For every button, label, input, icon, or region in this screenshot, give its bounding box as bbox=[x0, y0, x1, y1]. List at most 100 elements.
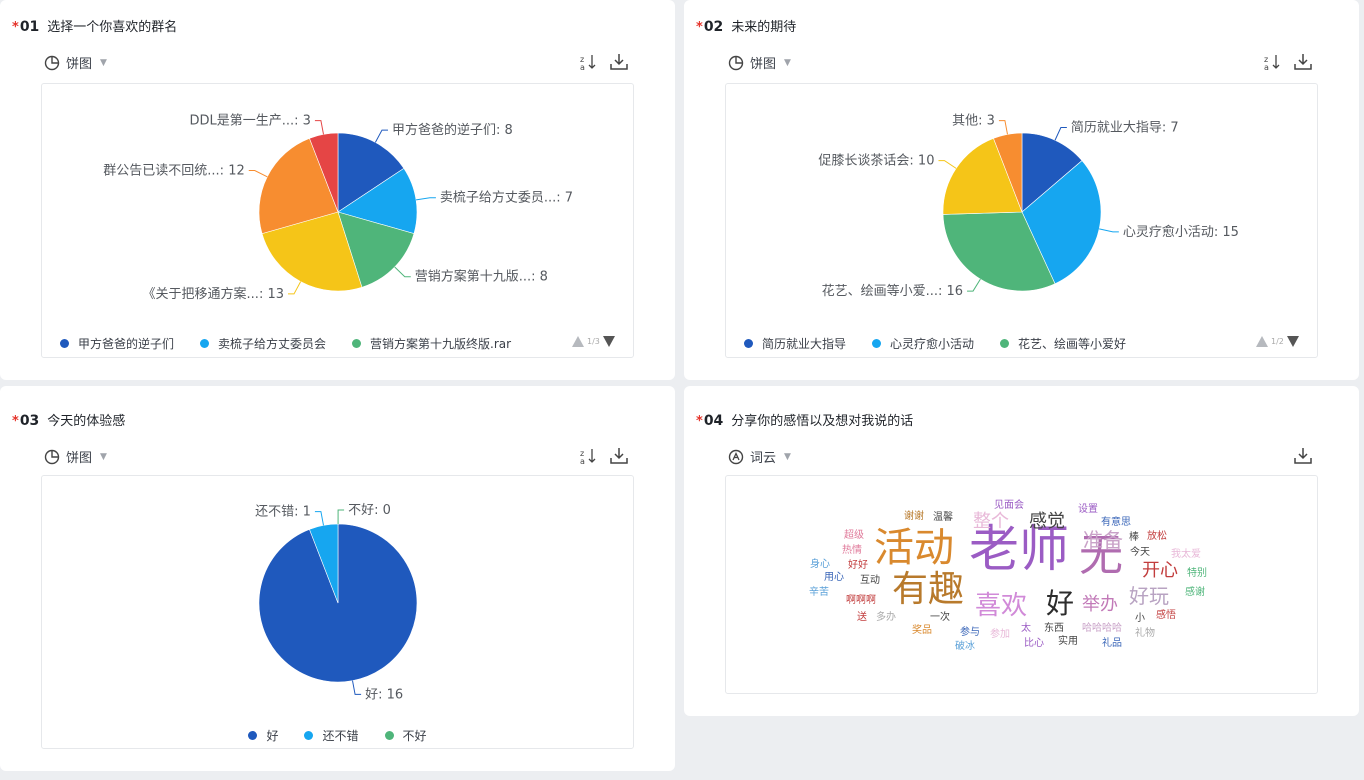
pie-chart: 简历就业大指导: 7 心灵疗愈小活动: 15 花艺、绘画等小爱...: 16 促膝长谈… bbox=[818, 114, 1239, 299]
wordcloud-word[interactable]: 啊啊啊 bbox=[846, 596, 876, 606]
chart-type-selector[interactable]: 词云 ▼ bbox=[728, 447, 791, 466]
wordcloud-word[interactable]: 感觉 bbox=[1029, 513, 1065, 531]
page-indicator: 1/2 bbox=[1271, 337, 1284, 346]
wordcloud-word[interactable]: 开心 bbox=[1142, 562, 1178, 580]
chart-type-selector[interactable]: 饼图 ▼ bbox=[44, 447, 107, 466]
wordcloud-word[interactable]: 举办 bbox=[1082, 596, 1118, 614]
legend-pager: 1/3 bbox=[572, 336, 615, 347]
legend-label: 甲方爸爸的逆子们 bbox=[78, 337, 175, 351]
chevron-down-icon: ▼ bbox=[100, 451, 107, 462]
wordcloud-word[interactable]: 活动 bbox=[874, 528, 954, 568]
wordcloud-word[interactable]: 准备 bbox=[1083, 530, 1123, 550]
wordcloud-word[interactable]: 好 bbox=[1046, 590, 1074, 618]
wordcloud-word[interactable]: 棒 bbox=[1129, 533, 1139, 543]
pie-chart-icon bbox=[728, 55, 744, 70]
wordcloud-word[interactable]: 哈哈哈哈 bbox=[1082, 624, 1122, 634]
wordcloud-word[interactable]: 感谢 bbox=[1185, 588, 1205, 598]
svg-text:a: a bbox=[580, 63, 585, 71]
wordcloud-word[interactable]: 我太爱 bbox=[1171, 550, 1201, 560]
wordcloud-word[interactable]: 好好 bbox=[848, 561, 868, 571]
wordcloud-word[interactable]: 东西 bbox=[1044, 624, 1064, 634]
wordcloud-word[interactable]: 比心 bbox=[1024, 639, 1044, 649]
wordcloud-word[interactable]: 礼品 bbox=[1102, 639, 1122, 649]
wordcloud-word[interactable]: 谢谢 bbox=[904, 512, 924, 522]
page-indicator: 1/3 bbox=[587, 337, 600, 346]
wordcloud-word[interactable]: 热情 bbox=[842, 546, 862, 556]
wordcloud-word[interactable]: 互动 bbox=[860, 576, 880, 586]
wordcloud-word[interactable]: 辛苦 bbox=[809, 588, 829, 598]
page-down-arrow[interactable] bbox=[602, 336, 615, 347]
sort-button[interactable]: za bbox=[578, 446, 598, 466]
wordcloud-word[interactable]: 一次 bbox=[930, 613, 950, 623]
slice-label: 心灵疗愈小活动: 15 bbox=[1123, 225, 1239, 240]
svg-text:a: a bbox=[580, 457, 585, 465]
page-down-arrow[interactable] bbox=[1286, 336, 1299, 347]
wordcloud-word[interactable]: 参与 bbox=[960, 628, 980, 638]
sort-icon: za bbox=[1264, 55, 1280, 71]
chart-type-label: 饼图 bbox=[66, 451, 93, 466]
chart-legend: 甲方爸爸的逆子们 卖梳子给方丈委员会 营销方案第十九版终版.rar bbox=[60, 335, 537, 352]
slice-label: 还不错: 1 bbox=[255, 505, 311, 520]
label-leader-line bbox=[415, 197, 436, 201]
wordcloud-word[interactable]: 有趣 bbox=[892, 572, 964, 608]
wordcloud-word[interactable]: 超级 bbox=[844, 531, 864, 541]
wordcloud-word[interactable]: 奖品 bbox=[912, 626, 932, 636]
download-button[interactable] bbox=[609, 52, 629, 72]
legend-item[interactable]: 花艺、绘画等小爱好 bbox=[1000, 335, 1126, 352]
legend-label: 简历就业大指导 bbox=[762, 337, 847, 351]
chart-type-selector[interactable]: 饼图 ▼ bbox=[44, 53, 107, 72]
legend-label: 不好 bbox=[402, 729, 427, 743]
label-leader-line bbox=[314, 511, 324, 526]
question-number: 02 bbox=[703, 19, 724, 35]
wordcloud-word[interactable]: 用心 bbox=[824, 573, 844, 583]
legend-item[interactable]: 还不错 bbox=[304, 727, 359, 744]
wordcloud-word[interactable]: 破冰 bbox=[955, 642, 975, 652]
wordcloud-word[interactable]: 设置 bbox=[1078, 505, 1098, 515]
page-up-arrow[interactable] bbox=[1256, 336, 1268, 347]
page-up-arrow[interactable] bbox=[572, 336, 584, 347]
wordcloud-word[interactable]: 今天 bbox=[1130, 548, 1150, 558]
wordcloud-word[interactable]: 整个 bbox=[973, 513, 1009, 531]
legend-label: 好 bbox=[266, 729, 279, 743]
wordcloud-word[interactable]: 送 bbox=[857, 613, 867, 623]
legend-item[interactable]: 好 bbox=[248, 727, 278, 744]
question-title: * 04 分享你的感悟以及想对我说的话 bbox=[696, 410, 913, 429]
wordcloud-word[interactable]: 太 bbox=[1021, 624, 1031, 634]
wordcloud-word[interactable]: 参加 bbox=[990, 630, 1010, 640]
sort-button[interactable]: za bbox=[578, 52, 598, 72]
slice-label: 好: 16 bbox=[365, 687, 403, 702]
legend-item[interactable]: 不好 bbox=[384, 727, 427, 744]
wordcloud-word[interactable]: 感悟 bbox=[1156, 611, 1176, 621]
label-leader-line bbox=[1099, 228, 1119, 233]
legend-item[interactable]: 简历就业大指导 bbox=[744, 335, 846, 352]
wordcloud-word[interactable]: 实用 bbox=[1058, 637, 1078, 647]
chart-type-selector[interactable]: 饼图 ▼ bbox=[728, 53, 791, 72]
legend-swatch bbox=[744, 339, 753, 348]
wordcloud-word[interactable]: 好玩 bbox=[1129, 586, 1169, 606]
wordcloud-word[interactable]: 放松 bbox=[1147, 532, 1167, 542]
legend-label: 营销方案第十九版终版.rar bbox=[370, 337, 512, 351]
chevron-down-icon: ▼ bbox=[784, 451, 791, 462]
wordcloud-word[interactable]: 礼物 bbox=[1135, 629, 1155, 639]
label-leader-line bbox=[998, 120, 1008, 135]
legend-swatch bbox=[1000, 339, 1010, 348]
wordcloud-word[interactable]: 喜欢 bbox=[975, 593, 1027, 619]
legend-item[interactable]: 营销方案第十九版终版.rar bbox=[352, 335, 511, 352]
download-button[interactable] bbox=[1293, 446, 1313, 466]
wordcloud-word[interactable]: 有意思 bbox=[1101, 518, 1131, 528]
download-button[interactable] bbox=[609, 446, 629, 466]
wordcloud-word[interactable]: 身心 bbox=[810, 560, 830, 570]
legend-item[interactable]: 甲方爸爸的逆子们 bbox=[60, 335, 174, 352]
wordcloud-word[interactable]: 见面会 bbox=[994, 501, 1024, 511]
sort-button[interactable]: za bbox=[1262, 52, 1282, 72]
question-title: * 02 未来的期待 bbox=[696, 16, 796, 35]
wordcloud-word[interactable]: 特别 bbox=[1187, 569, 1207, 579]
wordcloud-word[interactable]: 温馨 bbox=[933, 513, 953, 523]
legend-swatch bbox=[384, 731, 394, 740]
wordcloud-word[interactable]: 多办 bbox=[876, 613, 896, 623]
download-button[interactable] bbox=[1293, 52, 1313, 72]
legend-item[interactable]: 心灵疗愈小活动 bbox=[872, 335, 974, 352]
wordcloud-word[interactable]: 小 bbox=[1135, 614, 1145, 624]
question-number: 04 bbox=[703, 413, 724, 429]
legend-item[interactable]: 卖梳子给方丈委员会 bbox=[200, 335, 326, 352]
